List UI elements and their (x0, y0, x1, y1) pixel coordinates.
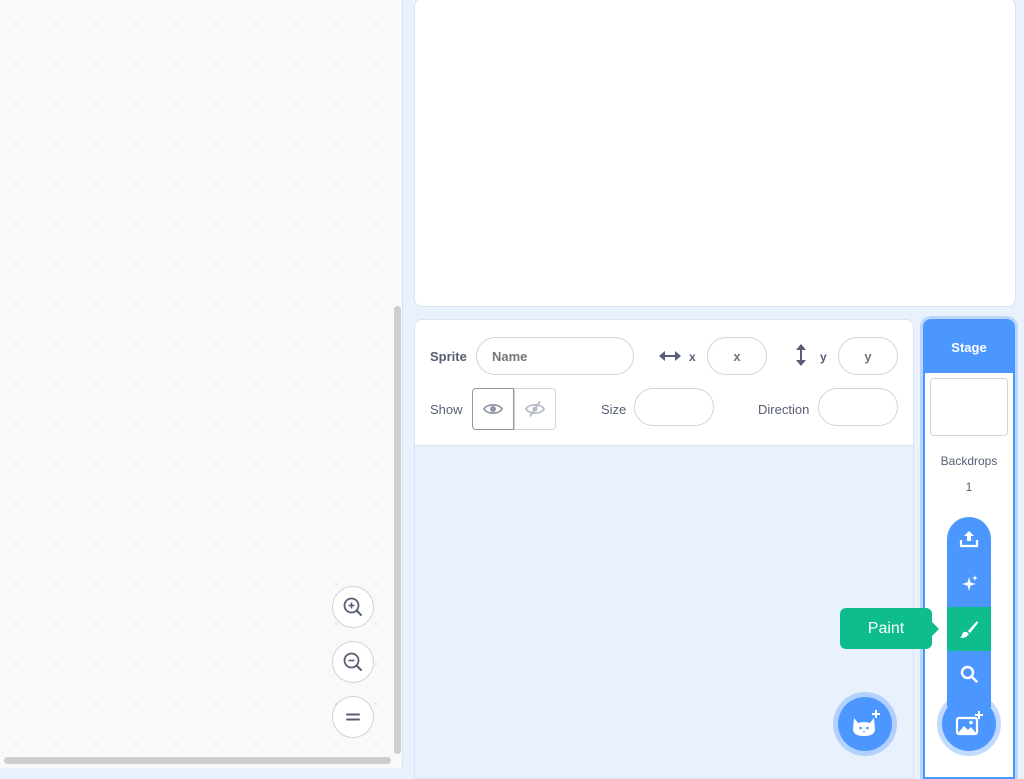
eye-hidden-icon (525, 401, 545, 417)
paint-backdrop-button[interactable] (947, 607, 991, 651)
surprise-icon (962, 575, 978, 591)
upload-backdrop-button[interactable] (947, 517, 991, 561)
zoom-out-button[interactable] (332, 641, 374, 683)
sprite-pane: Sprite x y Show (414, 319, 914, 779)
choose-backdrop-button[interactable] (947, 652, 991, 696)
zoom-out-icon (343, 652, 362, 671)
stage-header: Stage (925, 321, 1013, 373)
vertical-arrows-icon (796, 344, 806, 366)
backdrops-label: Backdrops (940, 454, 998, 468)
direction-input[interactable] (818, 388, 898, 426)
stage-thumbnail[interactable] (930, 378, 1008, 436)
sprite-label: Sprite (430, 349, 467, 364)
y-label: y (820, 350, 827, 364)
backdrop-menu (947, 517, 991, 707)
size-label: Size (601, 402, 627, 417)
search-icon (960, 665, 978, 683)
upload-icon (959, 531, 979, 548)
x-label: x (689, 350, 696, 364)
sprite-info-panel: Sprite x y Show (415, 320, 913, 446)
sprite-name-input[interactable] (476, 337, 634, 375)
workspace-horizontal-scrollbar[interactable] (4, 757, 391, 764)
direction-label: Direction (758, 402, 810, 417)
stage-canvas[interactable] (414, 0, 1016, 307)
horizontal-arrows-icon (659, 351, 681, 361)
zoom-in-icon (343, 597, 362, 616)
add-backdrop-button[interactable] (942, 697, 996, 751)
hide-sprite-button[interactable] (514, 388, 556, 430)
show-label: Show (430, 402, 463, 417)
paint-icon (960, 621, 978, 638)
surprise-backdrop-button[interactable] (947, 562, 991, 606)
workspace-vertical-scrollbar[interactable] (394, 306, 401, 754)
cat-add-icon (853, 710, 880, 736)
size-input[interactable] (634, 388, 714, 426)
x-input[interactable] (707, 337, 767, 375)
eye-icon (483, 403, 503, 415)
backdrop-add-icon (955, 711, 983, 736)
paint-tooltip: Paint (840, 608, 939, 649)
zoom-in-button[interactable] (332, 586, 374, 628)
equals-icon (346, 713, 360, 721)
show-sprite-button[interactable] (472, 388, 514, 430)
y-input[interactable] (838, 337, 898, 375)
backdrops-count: 1 (965, 480, 973, 494)
zoom-reset-button[interactable] (332, 696, 374, 738)
choose-sprite-button[interactable] (838, 697, 892, 751)
